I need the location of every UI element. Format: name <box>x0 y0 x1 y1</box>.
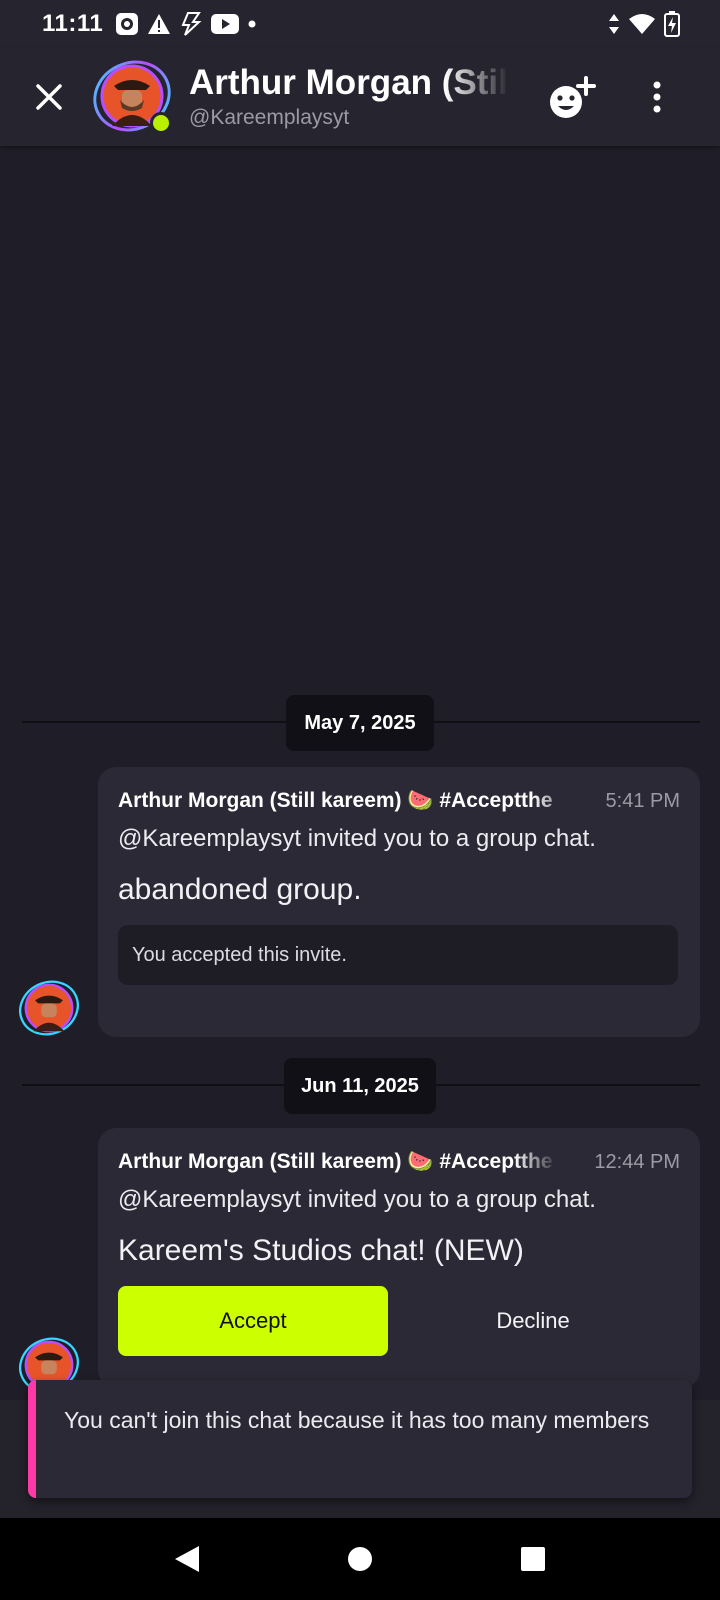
recents-square-icon <box>521 1547 546 1571</box>
more-vertical-icon <box>653 81 661 113</box>
toast-accent-bar <box>28 1380 36 1498</box>
message-timestamp: 5:41 PM <box>605 790 680 812</box>
back-button[interactable] <box>167 1539 207 1579</box>
status-system-icons <box>608 11 680 37</box>
invite-message-card: Arthur Morgan (Still kareem) 🍉 #Acceptth… <box>98 767 700 1037</box>
header-title-block[interactable]: Arthur Morgan (Still kareem) 🍉 #Acceptth… <box>189 62 509 130</box>
home-circle-icon <box>347 1547 372 1571</box>
date-separator: May 7, 2025 <box>286 695 434 751</box>
wifi-icon <box>628 13 656 35</box>
decline-invite-button[interactable]: Decline <box>388 1286 678 1356</box>
close-button[interactable] <box>30 78 68 116</box>
message-avatar[interactable] <box>18 977 80 1039</box>
invite-message-card: Arthur Morgan (Still kareem) 🍉 #Acceptth… <box>98 1128 700 1388</box>
recents-button[interactable] <box>513 1539 553 1579</box>
add-friend-button[interactable] <box>548 74 598 120</box>
online-status-indicator <box>150 112 172 134</box>
status-time: 11:11 <box>42 10 104 37</box>
close-icon <box>36 84 62 110</box>
home-button[interactable] <box>340 1539 380 1579</box>
more-options-button[interactable] <box>636 76 678 118</box>
invite-actions: Accept Decline <box>118 1286 680 1356</box>
page-title: Arthur Morgan (Still kareem) 🍉 #Acceptth… <box>189 63 509 102</box>
youtube-icon <box>211 14 240 34</box>
group-name: abandoned group. <box>118 873 362 906</box>
username-label: @Kareemplaysyt <box>189 106 350 129</box>
message-author[interactable]: Arthur Morgan (Still kareem) 🍉 #Acceptth… <box>118 1150 558 1174</box>
accept-invite-button[interactable]: Accept <box>118 1286 388 1356</box>
app-notification-icon <box>115 12 139 36</box>
status-notification-icons <box>115 12 257 36</box>
message-author[interactable]: Arthur Morgan (Still kareem) 🍉 #Acceptth… <box>118 789 578 813</box>
error-toast: You can't join this chat because it has … <box>28 1380 692 1498</box>
warning-icon <box>147 13 171 35</box>
toast-message: You can't join this chat because it has … <box>64 1407 650 1433</box>
system-navigation-bar <box>0 1518 720 1600</box>
invite-status-note: You accepted this invite. <box>118 925 678 985</box>
invite-text: @Kareemplaysyt invited you to a group ch… <box>118 1186 596 1213</box>
date-separator: Jun 11, 2025 <box>284 1058 436 1114</box>
group-name: Kareem's Studios chat! (NEW) <box>118 1234 524 1267</box>
back-triangle-icon <box>174 1546 199 1572</box>
chat-header: Arthur Morgan (Still kareem) 🍉 #Acceptth… <box>0 48 720 146</box>
message-header: Arthur Morgan (Still kareem) 🍉 #Acceptth… <box>118 789 680 813</box>
status-bar: 11:11 <box>0 0 720 48</box>
battery-charging-icon <box>664 11 680 37</box>
smiley-plus-icon <box>550 76 596 118</box>
dot-icon <box>247 19 257 29</box>
avatar[interactable] <box>92 56 172 136</box>
lightning-icon <box>179 12 203 36</box>
message-timestamp: 12:44 PM <box>594 1151 680 1173</box>
message-header: Arthur Morgan (Still kareem) 🍉 #Acceptth… <box>118 1150 680 1174</box>
data-arrows-icon <box>608 13 620 35</box>
invite-text: @Kareemplaysyt invited you to a group ch… <box>118 825 596 852</box>
